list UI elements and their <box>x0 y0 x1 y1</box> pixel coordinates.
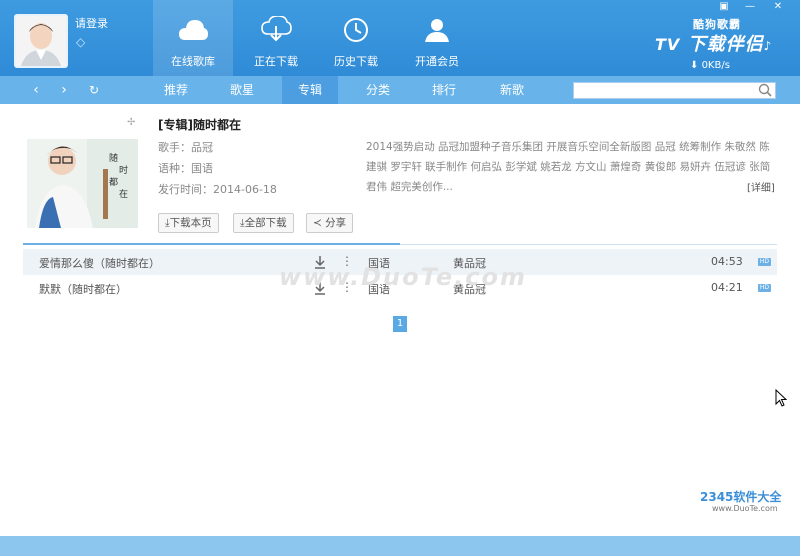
nav-downloading[interactable]: 正在下载 <box>236 0 316 76</box>
share-icon: ≺ <box>313 217 326 229</box>
app-logo: 酷狗歌霸 TV 下载伴侣♪ <box>655 16 773 56</box>
album-release-date: 发行时间：2014-06-18 <box>158 183 277 196</box>
nav-history-label: 历史下载 <box>334 55 378 68</box>
minimize-icon[interactable]: — <box>742 0 758 14</box>
nav-downloading-label: 正在下载 <box>254 55 298 68</box>
pagination-page-1[interactable]: 1 <box>393 316 407 332</box>
clock-icon <box>344 18 368 42</box>
download-speed: ⬇ 0KB/s <box>690 60 730 71</box>
download-all-button[interactable]: ⤓全部下载 <box>233 213 294 233</box>
search-icon[interactable] <box>758 83 772 98</box>
nav-vip[interactable]: 开通会员 <box>397 0 477 76</box>
hd-badge: HD <box>758 258 771 266</box>
user-avatar[interactable] <box>14 14 68 68</box>
cloud-download-icon <box>261 16 292 42</box>
svg-text:时: 时 <box>119 164 128 176</box>
search-box <box>573 82 776 99</box>
svg-text:随: 随 <box>109 152 118 164</box>
tab-new-songs[interactable]: 新歌 <box>484 76 540 104</box>
song-name: 爱情那么傻（随时都在） <box>39 257 160 270</box>
tab-categories[interactable]: 分类 <box>350 76 406 104</box>
watermark-text: www.DuoTe.com <box>279 263 527 291</box>
song-duration: 04:21 <box>711 281 743 294</box>
nav-history[interactable]: 历史下载 <box>316 0 396 76</box>
corner-brand: 2345软件大全 <box>700 490 782 504</box>
logo-big-text: TV 下载伴侣♪ <box>655 34 773 55</box>
detail-link[interactable]: [详细] <box>747 179 775 194</box>
nav-vip-label: 开通会员 <box>415 55 459 68</box>
forward-icon[interactable]: › <box>56 82 72 98</box>
svg-text:在: 在 <box>119 188 128 200</box>
mouse-cursor-icon <box>775 389 787 407</box>
album-title: [专辑]随时都在 <box>158 118 241 132</box>
album-language: 语种：国语 <box>158 162 213 175</box>
album-singer: 歌手：品冠 <box>158 141 213 154</box>
song-name: 默默（随时都在） <box>39 283 127 296</box>
tab-recommend[interactable]: 推荐 <box>148 76 204 104</box>
status-bar <box>0 536 800 556</box>
svg-text:都: 都 <box>109 177 118 188</box>
menu-icon[interactable]: ▣ <box>716 0 732 14</box>
hd-badge: HD <box>758 284 771 292</box>
nav-online-library-label: 在线歌库 <box>171 55 215 68</box>
tab-singers[interactable]: 歌星 <box>214 76 270 104</box>
search-input[interactable] <box>574 83 754 98</box>
header-bar: 请登录 ◇ 在线歌库 正在下载 历史下载 开通会员 酷狗歌霸 TV 下载伴侣♪ … <box>0 0 800 76</box>
login-link[interactable]: 请登录 <box>75 15 108 31</box>
corner-brand-url: www.DuoTe.com <box>712 504 778 513</box>
nav-online-library[interactable]: 在线歌库 <box>153 0 233 76</box>
tab-albums[interactable]: 专辑 <box>282 76 338 104</box>
album-description: 2014强势启动 品冠加盟种子音乐集团 开展音乐空间全新版图 品冠 统筹制作 朱… <box>366 141 771 193</box>
share-button[interactable]: ≺ 分享 <box>306 213 354 233</box>
vip-diamond-icon: ◇ <box>76 35 86 49</box>
album-cover: 随 时 都 在 <box>27 139 138 228</box>
song-duration: 04:53 <box>711 255 743 268</box>
expand-icon[interactable]: ✢ <box>127 117 135 128</box>
close-icon[interactable]: ✕ <box>770 0 786 14</box>
cloud-icon <box>179 20 208 40</box>
download-page-button[interactable]: ⤓下载本页 <box>158 213 219 233</box>
tab-charts[interactable]: 排行 <box>416 76 472 104</box>
back-icon[interactable]: ‹ <box>28 82 44 98</box>
user-icon <box>425 19 449 42</box>
refresh-icon[interactable]: ↻ <box>86 82 102 98</box>
divider-highlight <box>23 243 400 245</box>
